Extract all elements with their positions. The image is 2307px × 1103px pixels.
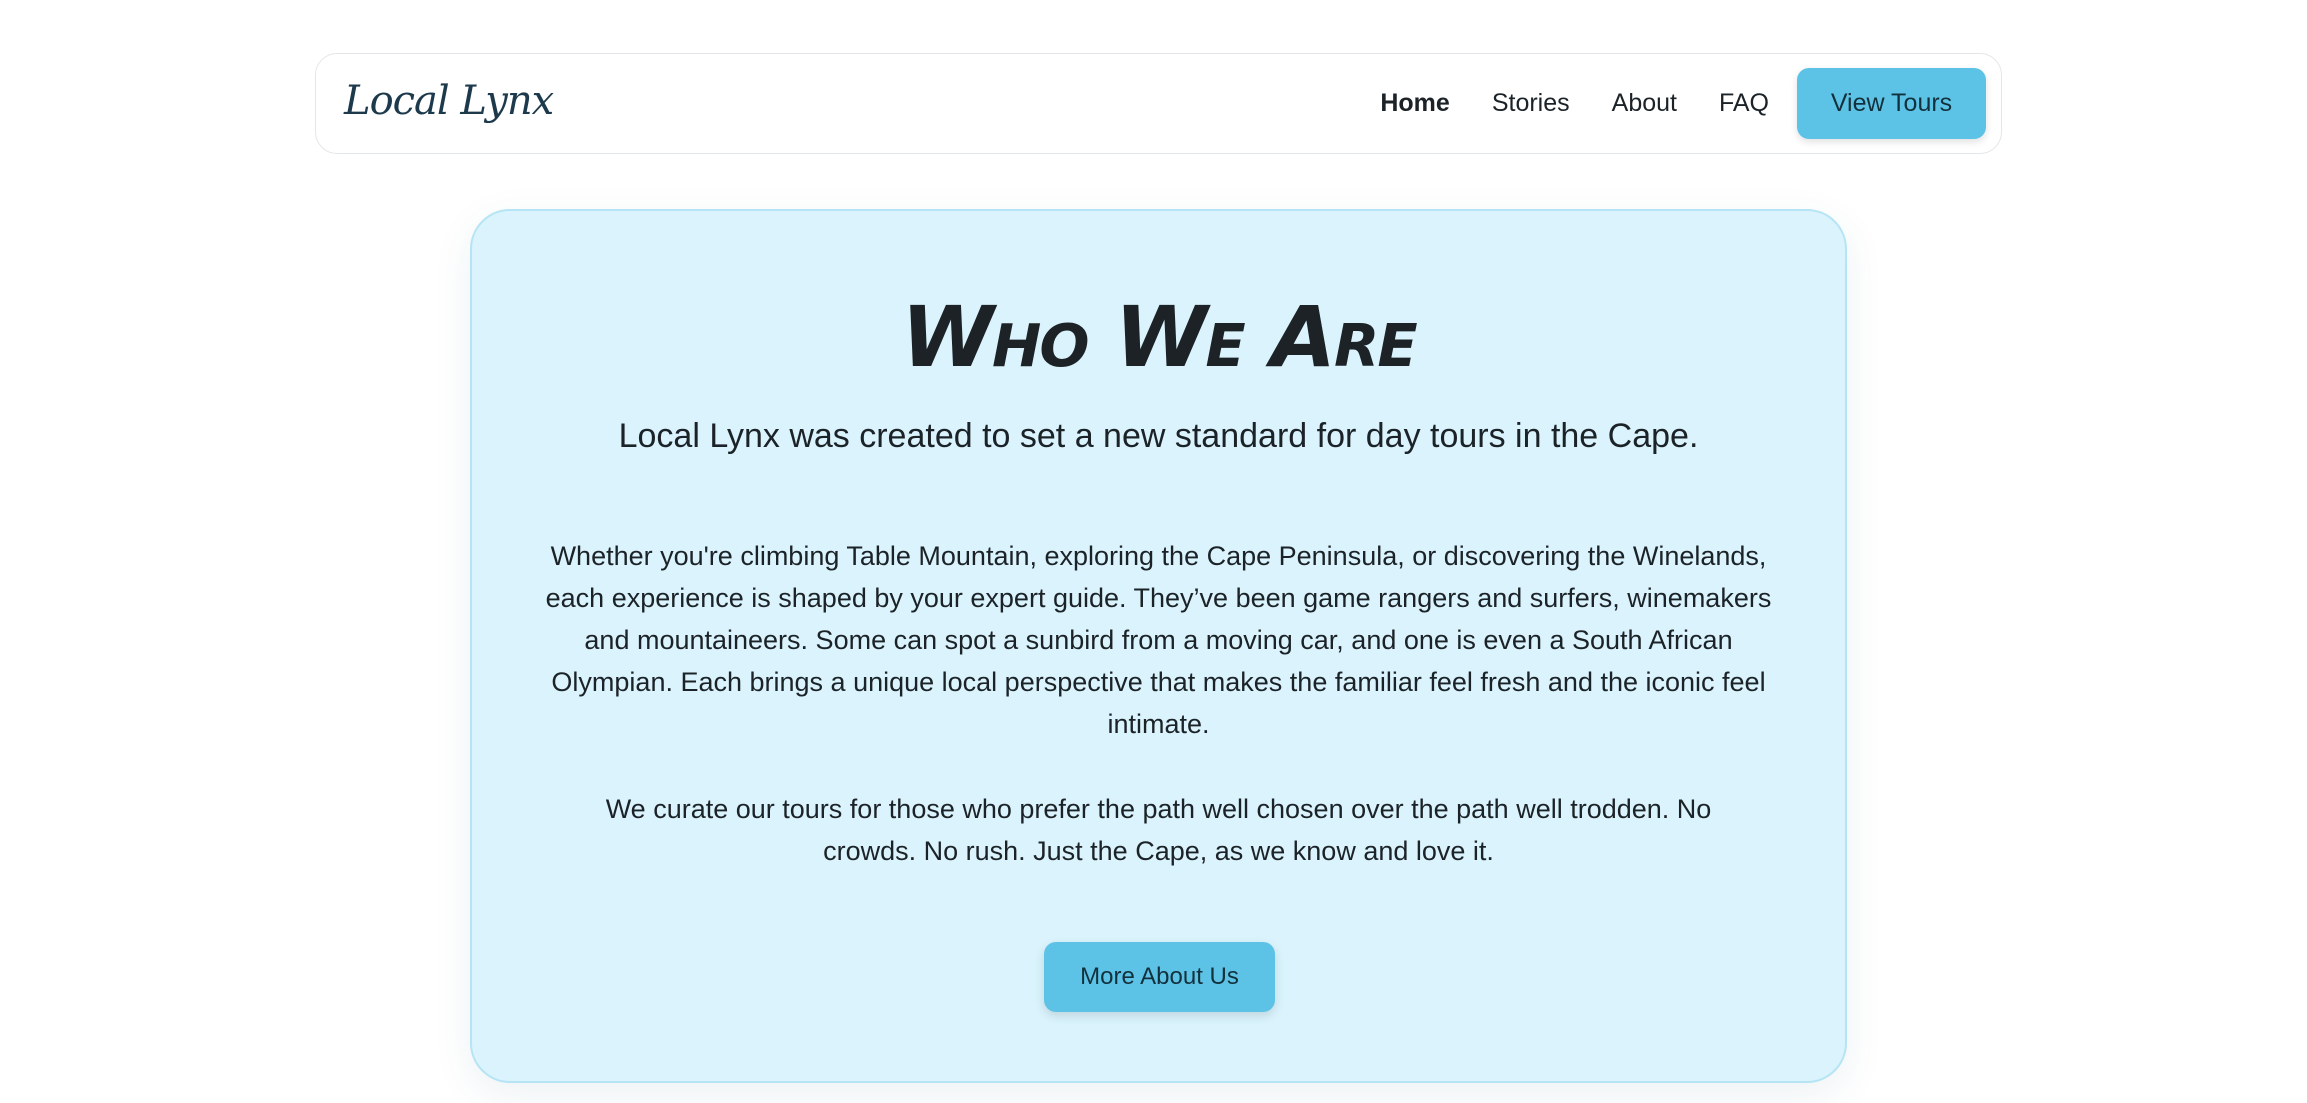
view-tours-button[interactable]: View Tours [1797, 68, 1986, 139]
more-about-us-button[interactable]: More About Us [1044, 942, 1275, 1012]
brand-logo[interactable]: Local Lynx [344, 78, 554, 124]
navbar: Local Lynx Home Stories About FAQ View T… [315, 53, 2002, 154]
about-lead: Local Lynx was created to set a new stan… [618, 417, 1699, 455]
about-paragraph-2: We curate our tours for those who prefer… [605, 794, 1712, 866]
nav-link-about[interactable]: About [1612, 89, 1677, 118]
about-paragraph-1: Whether you're climbing Table Mountain, … [545, 541, 1772, 739]
nav-links: Home Stories About FAQ View Tours [1380, 68, 1986, 139]
nav-link-stories[interactable]: Stories [1492, 89, 1570, 118]
nav-link-home[interactable]: Home [1380, 89, 1449, 118]
page: Local Lynx Home Stories About FAQ View T… [0, 0, 2307, 1103]
nav-link-faq[interactable]: FAQ [1719, 89, 1769, 118]
about-title: Who We Are [901, 288, 1417, 386]
about-card: Who We Are Local Lynx was created to set… [470, 209, 1847, 1083]
